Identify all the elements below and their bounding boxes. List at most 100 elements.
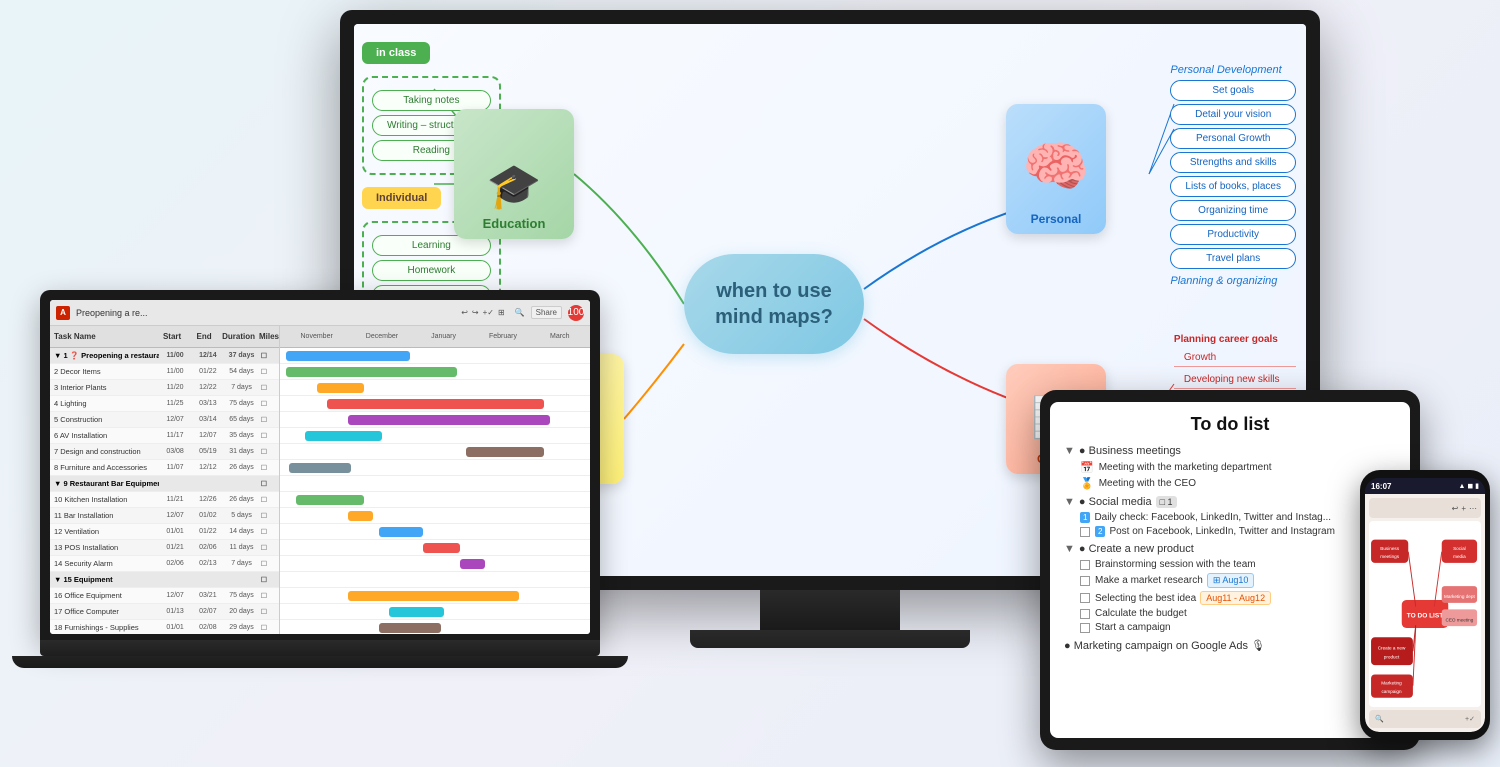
bar-row-9 [280,476,590,492]
gantt-bars [280,348,590,634]
svg-text:Marketing: Marketing [1381,681,1402,686]
svg-text:TO DO LIST: TO DO LIST [1407,613,1443,620]
phone-screen: 16:07 ▲ ◼ ▮ ↩ + ⋯ TO DO LIST [1365,478,1485,732]
social-badge: □ 1 [1156,496,1177,508]
checkbox-best-idea-2[interactable] [1080,593,1090,603]
planning-org-label: Planning & organizing [1170,275,1296,287]
in-class-node: in class [362,42,430,64]
social-media-label: Social media [1089,496,1152,508]
gantt-row-10: 10 Kitchen Installation 11/2112/2626 day… [50,492,279,508]
bar-row-8 [280,460,590,476]
tag-aug10: ⊞ Aug10 [1207,573,1255,588]
bar-row-3 [280,380,590,396]
phone-bottom-bar: 🔍 +✓ [1369,710,1481,728]
personal-right-group: Personal Development Set goals Detail yo… [1170,64,1296,291]
number-1-icon: 1 [1080,512,1090,523]
gantt-icon-plus[interactable]: +✓ [483,308,494,317]
gantt-icon-more[interactable]: ⊞ [498,308,505,317]
todo-item-market-research: Make a market research ⊞ Aug10 [1080,573,1396,588]
number-2-icon: 2 [1095,526,1105,537]
svg-text:CEO meeting: CEO meeting [1445,617,1473,622]
create-product-label: Create a new product [1089,543,1194,555]
todo-item-meeting-marketing: 📅 Meeting with the marketing department [1080,461,1396,474]
gantt-row-15: ▼ 15 Equipment ☐ [50,572,279,588]
individual-node: Individual [362,187,441,209]
laptop-screen-outer: A Preopening a re... ↩ ↪ +✓ ⊞ 🔍 Share 10… [40,290,600,640]
gantt-timeline-header: November December January February March [280,326,590,348]
svg-text:product: product [1384,655,1400,660]
bullet-icon-marketing: ● [1064,640,1071,652]
checkbox-post[interactable] [1080,527,1090,537]
phone-more-icon[interactable]: +✓ [1465,715,1475,723]
gantt-search-icon[interactable]: 🔍 [515,308,525,317]
developing-skills-node: Developing new skills [1174,371,1296,389]
tag-aug11: Aug11 - Aug12 [1200,591,1271,605]
todo-section-marketing-header: ● Marketing campaign on Google Ads 🎙 [1064,639,1396,652]
phone-body: 16:07 ▲ ◼ ▮ ↩ + ⋯ TO DO LIST [1360,470,1490,740]
phone-mindmap-svg: TO DO LIST Business meetings Social medi… [1369,521,1481,707]
checkbox-market-research[interactable] [1080,576,1090,586]
gantt-row-7: 7 Design and construction 03/0805/1931 d… [50,444,279,460]
monitor-base [690,630,970,648]
gantt-row-12: 12 Ventilation 01/0101/2214 days☐ [50,524,279,540]
todo-item-brainstorm: Brainstorming session with the team [1080,559,1396,570]
chevron-down-icon-social: ▼ [1064,496,1075,508]
todo-content: To do list ▼ ● Business meetings 📅 Meeti… [1050,402,1410,670]
todo-item-meeting-ceo: 🏅 Meeting with the CEO [1080,477,1396,490]
todo-title: To do list [1064,414,1396,435]
gantt-icon-redo[interactable]: ↪ [472,308,479,317]
productivity: Productivity [1170,224,1296,245]
laptop-base [40,640,600,656]
phone-search-icon[interactable]: 🔍 [1375,715,1384,723]
bullet-icon-business: ● [1079,445,1086,457]
personal-dev-label: Personal Development [1170,64,1296,76]
marketing-campaign-text: Marketing campaign on Google Ads 🎙 [1074,639,1265,652]
detail-vision: Detail your vision [1170,104,1296,125]
bullet-icon-social: ● [1079,496,1086,508]
todo-section-marketing: ● Marketing campaign on Google Ads 🎙 [1064,639,1396,652]
career-nodes-title: Planning career goals [1174,334,1296,345]
phone-toolbar-icon: ↩ [1452,504,1459,513]
bar-row-11 [280,508,590,524]
checkbox-budget[interactable] [1080,609,1090,619]
daily-check-text: Daily check: Facebook, LinkedIn, Twitter… [1094,512,1331,523]
gantt-row-14: 14 Security Alarm 02/0602/137 days☐ [50,556,279,572]
gantt-row-13: 13 POS Installation 01/2102/0611 days☐ [50,540,279,556]
homework: Homework [372,260,491,281]
personal-growth: Personal Growth [1170,128,1296,149]
travel-plans: Travel plans [1170,248,1296,269]
graduation-cap-icon: 🎓 [487,160,542,212]
gantt-row-6: 6 AV Installation 11/1712/0735 days☐ [50,428,279,444]
svg-text:campaign: campaign [1381,689,1402,694]
central-text: when to use mind maps? [715,278,833,330]
bar-row-1 [280,348,590,364]
monitor-stand [760,590,900,630]
col-dur-header: Duration [220,332,257,341]
chevron-down-icon-business: ▼ [1064,445,1075,457]
gantt-row-9: ▼ 9 Restaurant Bar Equipment ☐ [50,476,279,492]
todo-section-product: ▼ ● Create a new product Brainstorming s… [1064,543,1396,633]
gantt-toolbar: A Preopening a re... ↩ ↪ +✓ ⊞ 🔍 Share 10… [50,300,590,326]
svg-text:Business: Business [1380,546,1400,551]
gantt-app: A Preopening a re... ↩ ↪ +✓ ⊞ 🔍 Share 10… [50,300,590,634]
gantt-title: Preopening a re... [76,308,455,318]
gantt-row-17: 17 Office Computer 01/1302/0720 days☐ [50,604,279,620]
todo-item-post: 2 Post on Facebook, LinkedIn, Twitter an… [1080,526,1396,537]
todo-item-campaign: Start a campaign [1080,622,1396,633]
bar-row-4 [280,396,590,412]
checkbox-campaign[interactable] [1080,623,1090,633]
checkbox-brainstorm[interactable] [1080,560,1090,570]
phone-top-bar: ↩ + ⋯ [1369,498,1481,518]
business-meetings-label: Business meetings [1089,445,1181,457]
col-ms-header: Milestone [257,332,279,341]
month-mar: March [550,333,569,340]
taking-notes: Taking notes [372,90,491,111]
share-button[interactable]: Share [531,306,562,319]
phone-toolbar-icon2: + [1461,504,1466,513]
chevron-down-icon-product: ▼ [1064,543,1075,555]
gantt-row-8: 8 Furniture and Accessories 11/0712/1226… [50,460,279,476]
gantt-icon-undo[interactable]: ↩ [461,308,468,317]
growth-node: Growth [1174,349,1296,367]
bar-row-13 [280,540,590,556]
todo-item-daily-check: 1 Daily check: Facebook, LinkedIn, Twitt… [1080,512,1396,523]
